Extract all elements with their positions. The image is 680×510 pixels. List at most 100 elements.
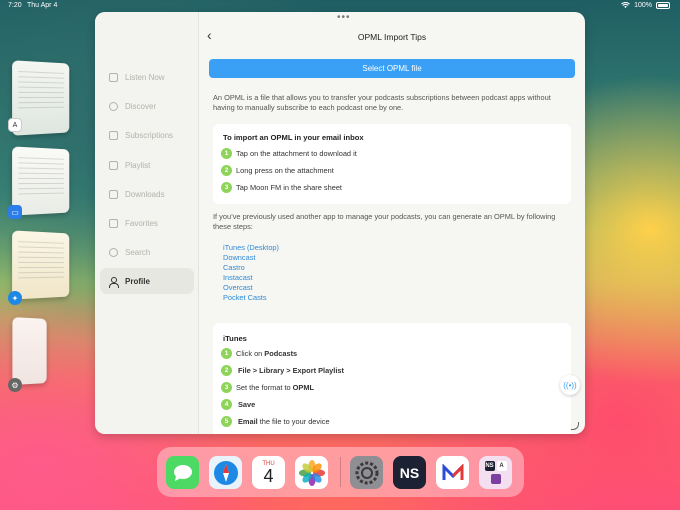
photos-app-icon[interactable] — [295, 456, 328, 489]
listen-now-icon — [109, 72, 118, 82]
moon-fm-app-icon[interactable] — [436, 456, 469, 489]
step-item: 2 Long press on the attachment — [221, 165, 334, 176]
step-text: Tap on the attachment to download it — [236, 149, 357, 158]
step-bold-text: Save — [238, 400, 256, 409]
safari-app-icon[interactable] — [209, 456, 242, 489]
sidebar-item-listen-now[interactable]: Listen Now — [100, 64, 194, 90]
settings-app-icon[interactable] — [350, 456, 383, 489]
step-bold-text: OPML — [292, 383, 314, 392]
app-link-list: iTunes (Desktop) Downcast Castro Instaca… — [223, 243, 279, 303]
card-title: To import an OPML in your email inbox — [223, 133, 364, 142]
select-opml-button[interactable]: Select OPML file — [209, 59, 575, 78]
step-text: Long press on the attachment — [236, 166, 334, 175]
step-bold-text: Email — [238, 417, 258, 426]
sidebar-item-downloads[interactable]: Downloads — [100, 181, 194, 207]
app-link-downcast[interactable]: Downcast — [223, 253, 279, 263]
step-bold-text: File > Library > Export Playlist — [238, 366, 344, 375]
calendar-app-icon[interactable]: THU 4 — [252, 456, 285, 489]
heart-icon — [109, 218, 118, 228]
sidebar: Listen Now Discover Subscriptions Playli… — [95, 12, 199, 434]
step-text: Set the format to — [236, 383, 291, 392]
status-date: Thu Apr 4 — [27, 2, 58, 9]
thumbnail-content — [18, 157, 65, 199]
playlist-icon — [109, 160, 118, 170]
step-text: the file to your device — [259, 417, 330, 426]
sidebar-item-favorites[interactable]: Favorites — [100, 210, 194, 236]
step-text: Click on — [236, 349, 263, 358]
sidebar-item-label: Listen Now — [125, 72, 165, 82]
settings-app-icon: ⚙ — [8, 378, 22, 392]
ns-app-icon[interactable]: NS — [393, 456, 426, 489]
other-apps-text: If you’ve previously used another app to… — [213, 212, 556, 231]
speech-bubble-icon — [173, 464, 192, 481]
step-number: 2 — [221, 165, 232, 176]
mini-font-icon: A — [496, 461, 507, 472]
calendar-date: 4 — [263, 465, 274, 486]
step-text: Tap Moon FM in the share sheet — [236, 183, 342, 192]
step-item: 5 Email the file to your device — [221, 416, 330, 427]
sidebar-item-search[interactable]: Search — [100, 239, 194, 265]
sidebar-item-subscriptions[interactable]: Subscriptions — [100, 122, 194, 148]
mini-ns-icon: NS — [484, 461, 495, 472]
step-number: 4 — [221, 399, 232, 410]
itunes-card: iTunes 1 Click on Podcasts 2 File > Libr… — [213, 323, 571, 434]
grid-icon — [109, 130, 118, 140]
app-window: ••• Listen Now Discover Subscriptions Pl… — [95, 12, 585, 434]
sidebar-item-label: Profile — [125, 276, 150, 286]
sidebar-item-label: Favorites — [125, 218, 158, 228]
step-item: 1 Click on Podcasts — [221, 348, 299, 359]
app-link-itunes[interactable]: iTunes (Desktop) — [223, 243, 279, 253]
sidebar-item-label: Playlist — [125, 160, 151, 170]
files-app-icon: ▭ — [8, 205, 22, 219]
step-item: 3 Set the format to OPML — [221, 382, 316, 393]
step-item: 2 File > Library > Export Playlist — [221, 365, 346, 376]
dock-divider — [340, 457, 341, 487]
recent-app-thumbnail-4[interactable] — [12, 317, 47, 385]
compass-icon — [213, 460, 238, 485]
messages-app-icon[interactable] — [166, 456, 199, 489]
step-number: 1 — [221, 148, 232, 159]
wifi-icon — [621, 2, 630, 9]
step-bold-text: Podcasts — [264, 349, 298, 358]
now-playing-button[interactable]: ((•)) — [560, 375, 580, 395]
person-icon — [109, 276, 119, 288]
sidebar-item-label: Search — [125, 247, 151, 257]
broadcast-icon: ((•)) — [563, 380, 577, 390]
email-import-card: To import an OPML in your email inbox 1 … — [213, 124, 571, 204]
app-link-pocket-casts[interactable]: Pocket Casts — [223, 293, 279, 303]
card-title: iTunes — [223, 334, 247, 343]
sidebar-item-discover[interactable]: Discover — [100, 93, 194, 119]
app-library-folder[interactable]: NS A — [479, 456, 512, 489]
step-item: 3 Tap Moon FM in the share sheet — [221, 182, 342, 193]
recent-app-thumbnail-3[interactable] — [12, 230, 70, 300]
gear-icon — [355, 461, 378, 484]
step-item: 4 Save — [221, 399, 257, 410]
status-right: 100% — [621, 2, 670, 9]
step-number: 5 — [221, 416, 232, 427]
sidebar-item-profile[interactable]: Profile — [100, 268, 194, 294]
sidebar-item-playlist[interactable]: Playlist — [100, 152, 194, 178]
flower-icon — [298, 459, 325, 486]
status-bar: 7:20 Thu Apr 4 100% — [0, 0, 680, 12]
search-icon — [109, 247, 118, 257]
main-content: ‹ OPML Import Tips Select OPML file An O… — [199, 12, 585, 434]
download-icon — [109, 189, 118, 199]
app-link-castro[interactable]: Castro — [223, 263, 279, 273]
step-number: 3 — [221, 182, 232, 193]
safari-app-icon: ✦ — [8, 291, 22, 305]
sidebar-item-label: Downloads — [125, 189, 165, 199]
step-number: 3 — [221, 382, 232, 393]
sidebar-item-label: Subscriptions — [125, 130, 174, 140]
battery-percent: 100% — [634, 2, 652, 9]
dock: THU 4 NS NS A — [157, 447, 524, 497]
m-logo-icon — [442, 463, 463, 480]
thumbnail-content — [18, 241, 65, 283]
app-link-overcast[interactable]: Overcast — [223, 283, 279, 293]
mini-app-icon — [490, 473, 501, 484]
status-time: 7:20 — [8, 2, 22, 9]
page-title: OPML Import Tips — [357, 32, 427, 42]
app-link-instacast[interactable]: Instacast — [223, 273, 279, 283]
font-app-icon: A — [8, 118, 22, 132]
step-number: 1 — [221, 348, 232, 359]
step-number: 2 — [221, 365, 232, 376]
